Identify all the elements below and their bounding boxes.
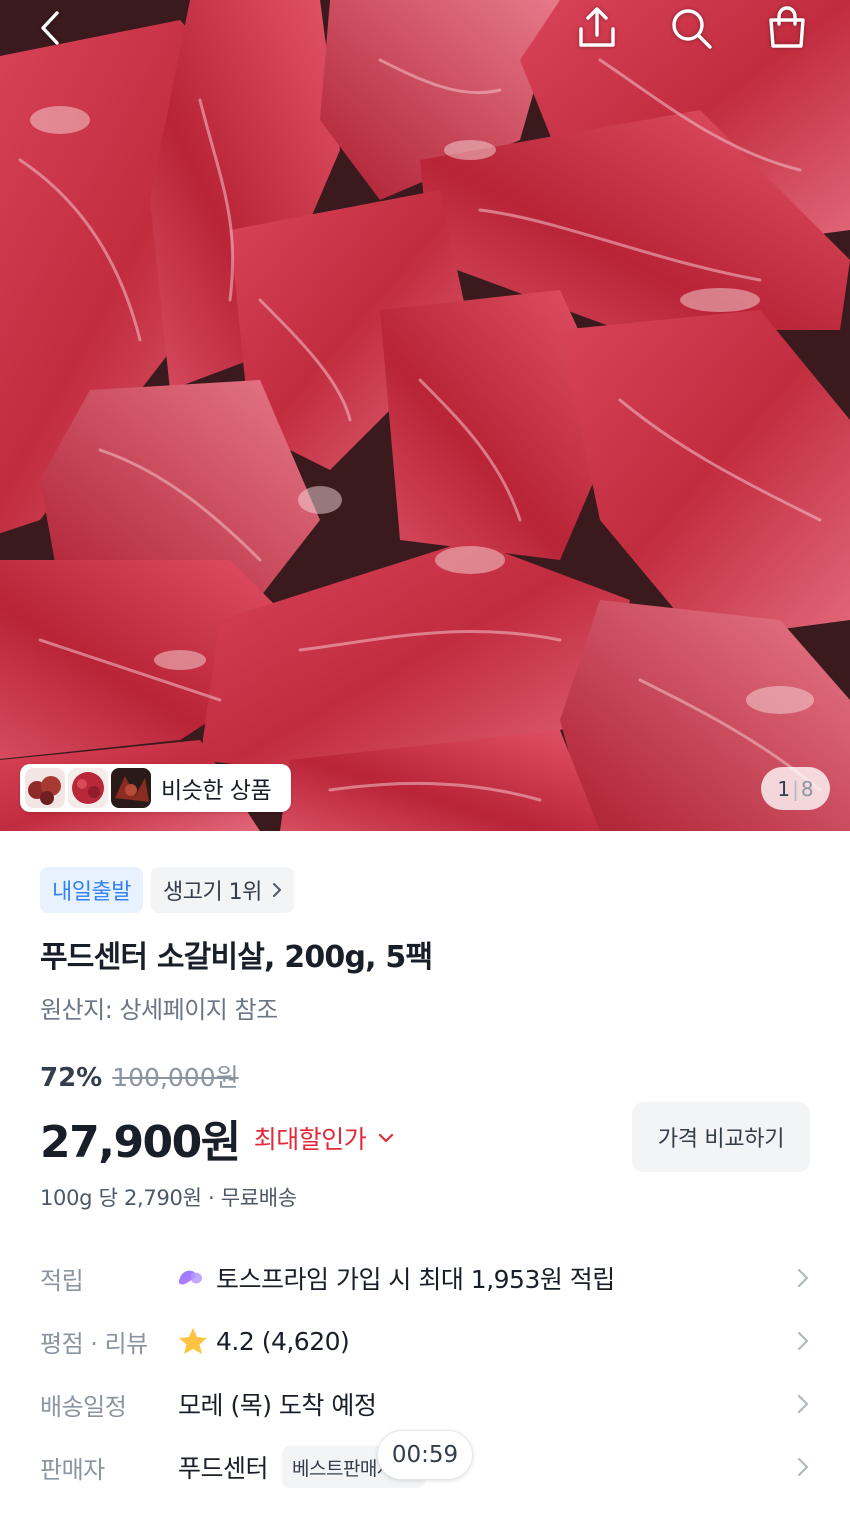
rating-label: 평점 · 리뷰 (40, 1329, 148, 1358)
badge-row: 내일출발 생고기 1위 (40, 867, 294, 913)
cart-button[interactable] (761, 2, 813, 54)
reward-label: 적립 (40, 1266, 84, 1295)
delivery-schedule-row[interactable]: 배송일정 모레 (목) 도착 예정 (40, 1376, 810, 1432)
delivery-value: 모레 (목) 도착 예정 (178, 1391, 377, 1420)
price-row: 27,900원 최대할인가 (40, 1106, 394, 1170)
shopping-bag-icon (769, 6, 805, 48)
max-discount-label: 최대할인가 (253, 1125, 367, 1154)
product-image[interactable]: 비슷한 상품 1 | 8 (0, 0, 850, 831)
reward-row[interactable]: 적립 토스프라임 가입 시 최대 1,953원 적립 (40, 1250, 810, 1306)
share-icon (579, 7, 615, 47)
similar-thumbnail (111, 768, 151, 808)
similar-products-label: 비슷한 상품 (161, 778, 272, 804)
search-icon (672, 9, 712, 49)
sale-price: 27,900원 (40, 1117, 241, 1168)
similar-products-button[interactable]: 비슷한 상품 (20, 764, 291, 812)
current-image-index: 1 (777, 776, 791, 801)
meat-photo (0, 0, 850, 831)
product-title: 푸드센터 소갈비살, 200g, 5팩 (40, 940, 433, 975)
back-button[interactable] (24, 2, 76, 54)
ranking-label: 생고기 1위 (162, 880, 262, 905)
image-page-indicator: 1 | 8 (761, 767, 830, 810)
toss-prime-icon (178, 1270, 202, 1285)
rating-value: 4.2 (4,620) (216, 1326, 350, 1356)
chevron-right-icon (797, 1394, 809, 1414)
ranking-badge[interactable]: 생고기 1위 (150, 867, 294, 913)
star-icon (179, 1328, 207, 1354)
origin-text: 원산지: 상세페이지 참조 (40, 996, 278, 1024)
countdown-timer[interactable]: 00:59 (377, 1430, 473, 1480)
seller-name: 푸드센터 (178, 1454, 269, 1483)
original-price: 100,000원 (112, 1063, 239, 1092)
max-discount-toggle[interactable]: 최대할인가 (254, 1120, 395, 1156)
similar-thumbnail (25, 768, 65, 808)
seller-value-wrap: 푸드센터 베스트판매자 (178, 1446, 796, 1488)
unit-price-shipping: 100g 당 2,790원 · 무료배송 (40, 1186, 297, 1210)
reward-value-wrap: 토스프라임 가입 시 최대 1,953원 적립 (178, 1260, 796, 1296)
discount-row: 72% 100,000원 (40, 1058, 239, 1094)
similar-thumbnail (68, 768, 108, 808)
chevron-right-icon (797, 1331, 809, 1351)
delivery-badge: 내일출발 (40, 867, 143, 913)
chevron-right-icon (797, 1268, 809, 1288)
total-image-count: 8 (800, 776, 814, 801)
discount-rate: 72% (40, 1063, 103, 1093)
page-separator: | (792, 776, 799, 801)
rating-review-row[interactable]: 평점 · 리뷰 4.2 (4,620) (40, 1313, 810, 1369)
share-button[interactable] (571, 2, 623, 54)
back-arrow-icon (41, 11, 59, 45)
chevron-down-icon (379, 1133, 394, 1143)
chevron-right-icon (272, 883, 281, 897)
seller-label: 판매자 (40, 1455, 105, 1484)
delivery-label: 배송일정 (40, 1392, 127, 1421)
chevron-right-icon (797, 1457, 809, 1477)
search-button[interactable] (665, 2, 717, 54)
price-compare-button[interactable]: 가격 비교하기 (632, 1102, 810, 1172)
rating-value-wrap: 4.2 (4,620) (178, 1327, 796, 1356)
reward-value: 토스프라임 가입 시 최대 1,953원 적립 (216, 1265, 615, 1294)
